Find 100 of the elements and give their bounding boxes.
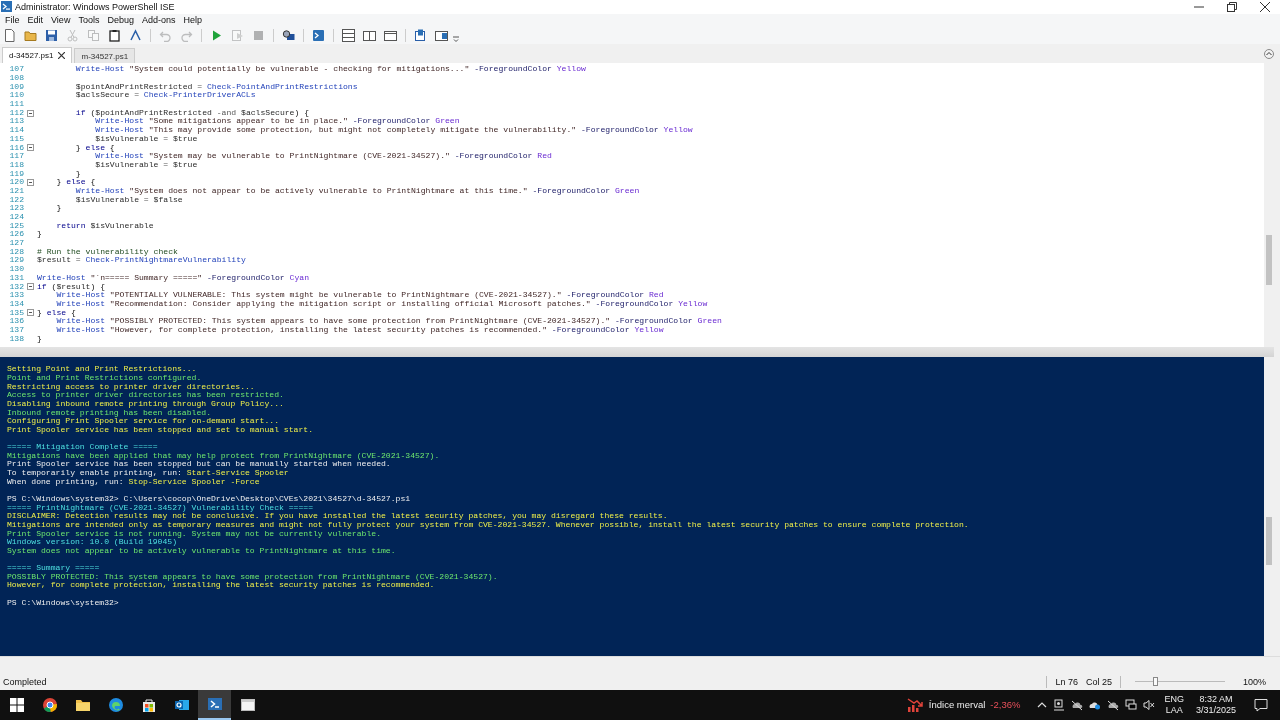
code-line: $isVulnerable = $true — [94, 160, 198, 170]
code-line: } — [37, 230, 42, 240]
console-line: Configuring Print Spooler service for on-demand start... — [7, 417, 279, 426]
collapse-icon[interactable] — [27, 179, 34, 187]
line-number: 132 — [8, 282, 24, 292]
folder-icon[interactable] — [24, 28, 37, 42]
clock-time[interactable]: 8:32 AM — [1199, 693, 1233, 705]
pane-splitter[interactable] — [0, 347, 1274, 358]
line-number: 124 — [8, 213, 24, 222]
speaker-muted-icon[interactable] — [1143, 698, 1156, 711]
line-number: 120 — [8, 178, 24, 187]
scrollbar-thumb[interactable] — [1266, 517, 1272, 566]
code-line: Write-Host "`n===== Summary =====" -ForegroundColor Cyan — [37, 273, 310, 283]
line-number: 115 — [8, 134, 24, 144]
powershell-icon — [206, 695, 223, 712]
scrollbar-thumb[interactable] — [1266, 235, 1272, 286]
menu-item[interactable]: Add-ons — [138, 15, 181, 26]
console-line: Mitigations are intended only as temporary measures and might not fully protect your system from CVE-2021-34527. Whenever possible, install the latest security patches to ensure complete protection. — [7, 520, 969, 529]
code-line: Write-Host "System does not appear to be actively vulnerable to PrintNightmare at this time." -ForegroundColor Green — [74, 186, 640, 195]
cloud-off-icon[interactable] — [1071, 698, 1084, 711]
line-number: 121 — [8, 186, 24, 196]
falling-chart-icon — [906, 696, 923, 713]
network-icon[interactable] — [1125, 698, 1138, 711]
pane-maximize-icon[interactable] — [384, 28, 397, 42]
collapse-icon[interactable] — [27, 309, 34, 317]
line-number: 117 — [8, 152, 24, 161]
pane-right-icon[interactable] — [363, 28, 376, 42]
taskbar-button[interactable] — [198, 689, 231, 720]
console-line: ===== Mitigation Complete ===== — [7, 443, 158, 452]
collapse-icon[interactable] — [27, 109, 34, 117]
code-line: } — [55, 204, 62, 213]
collapse-icon[interactable] — [27, 144, 34, 152]
line-number: 135 — [8, 308, 24, 318]
widget-title[interactable]: Índice merval — [928, 699, 986, 711]
script-pane-icon[interactable] — [414, 28, 427, 42]
keyboard-layout[interactable]: LAA — [1165, 704, 1183, 716]
line-number: 129 — [8, 256, 24, 266]
slider-thumb[interactable] — [1152, 677, 1158, 687]
line-number: 138 — [8, 334, 24, 344]
clock-date[interactable]: 3/31/2025 — [1195, 704, 1236, 716]
line-number: 112 — [8, 108, 24, 118]
close-icon[interactable] — [1260, 1, 1270, 12]
remote-tab-icon[interactable] — [282, 28, 295, 42]
code-line: Write-Host "POSSIBLY PROTECTED: This system appears to have some protection from PrintNightmare (CVE-2021-34527)." -ForegroundColor Green — [55, 317, 722, 326]
input-language[interactable]: ENG — [1164, 693, 1184, 705]
console-line: PS C:\Windows\system32> — [7, 598, 119, 608]
powershell-icon[interactable] — [312, 28, 325, 42]
line-number: 109 — [8, 82, 24, 92]
scrollbar[interactable] — [1264, 357, 1274, 657]
notification-icon[interactable] — [1254, 697, 1268, 712]
line-number: 123 — [8, 204, 24, 213]
line-number: 125 — [8, 221, 24, 231]
clipboard-icon[interactable] — [108, 28, 121, 42]
window-icon — [239, 696, 256, 713]
code-line: } else { — [74, 143, 115, 152]
close-icon[interactable] — [58, 52, 66, 60]
save-icon[interactable] — [45, 28, 58, 42]
code-line: } else { — [55, 178, 96, 187]
collapse-icon[interactable] — [27, 283, 34, 291]
code-line: Write-Host "Recommendation: Consider applying the mitigation script or installing official Microsoft patches." -ForegroundColor Yellow — [55, 299, 708, 309]
code-line: Write-Host "System may be vulnerable to PrintNightmare (CVE-2021-34527)." -ForegroundColor Red — [94, 152, 552, 161]
menu-item[interactable]: View — [48, 15, 76, 26]
console-line: POSSIBLY PROTECTED: This system appears to have some protection from PrintNightmare (CVE-2021-34527). — [7, 572, 498, 581]
new-file-icon[interactable] — [3, 28, 16, 42]
code-line: Write-Host "However, for complete protection, installing the latest security patches is recommended." -ForegroundColor Yellow — [55, 325, 664, 335]
console-line: Inbound remote printing has been disabled. — [7, 408, 211, 417]
code-line: if ($pointAndPrintRestricted -and $aclsSecure) { — [74, 108, 310, 117]
maximize-icon[interactable] — [1227, 1, 1237, 12]
menu-item[interactable]: Debug — [104, 15, 139, 26]
file-tab[interactable]: d-34527.ps1 — [2, 47, 73, 64]
run-icon[interactable] — [210, 28, 223, 42]
line-number: 134 — [8, 299, 24, 309]
code-line: # Run the vulnerability check — [37, 247, 178, 256]
file-tab[interactable]: m-34527.ps1 — [74, 48, 136, 64]
console-line: System does not appear to be actively vulnerable to PrintNightmare at this time. — [7, 546, 396, 556]
console-line: Mitigations have been applied that may help protect from PrintNightmare (CVE-2021-34527). — [7, 451, 440, 460]
code-line: } — [75, 169, 81, 178]
code-line: Write-Host "Some mitigations appear to be in place." -ForegroundColor Green — [94, 117, 460, 127]
line-number: 128 — [8, 247, 24, 257]
pane-top-icon[interactable] — [342, 28, 355, 42]
line-number: 107 — [8, 65, 24, 74]
code-line: if ($result) { — [37, 282, 105, 291]
menu-item[interactable]: Tools — [75, 15, 105, 26]
console-line: However, for complete protection, installing the latest security patches is recommended. — [7, 581, 435, 590]
console-line: Point and Print Restrictions configured. — [7, 373, 202, 382]
camera-icon[interactable] — [1053, 698, 1066, 711]
windows-logo-icon — [8, 696, 25, 713]
menu-item[interactable]: Help — [180, 15, 207, 26]
line-number: 130 — [8, 265, 24, 274]
menu-item[interactable]: Edit — [24, 15, 49, 26]
commands-pane-icon[interactable] — [435, 28, 448, 42]
console-line: Setting Point and Print Restrictions... — [7, 365, 197, 374]
code-line: } — [37, 334, 42, 344]
code-line: $result = Check-PrintNightmareVulnerability — [37, 256, 246, 266]
cloud-off-icon[interactable] — [1107, 698, 1120, 711]
menu-item[interactable]: File — [2, 15, 25, 26]
line-number: 126 — [8, 230, 24, 240]
code-line: return $isVulnerable — [55, 221, 154, 231]
console-line: Disabling inbound remote printing through Group Policy... — [7, 399, 284, 408]
console-line: Print Spooler service has been stopped but can be manually started when needed. — [7, 460, 391, 469]
